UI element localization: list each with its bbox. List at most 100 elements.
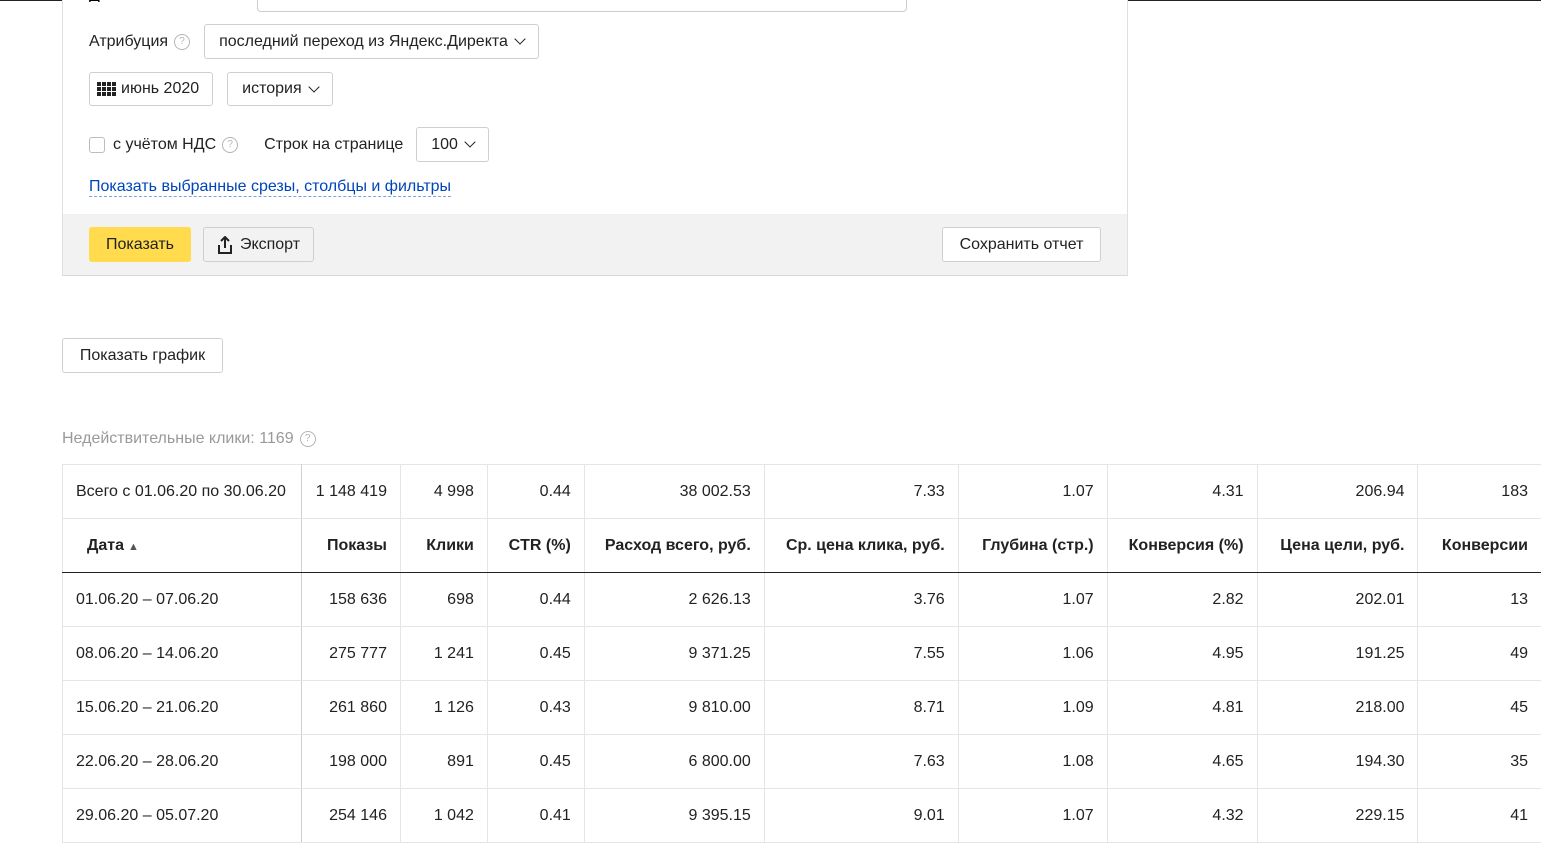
table-cell: 1 241	[400, 627, 487, 681]
total-cell: 206.94	[1257, 465, 1418, 519]
total-cell: 4.31	[1107, 465, 1257, 519]
attribution-row: Атрибуция ? последний переход из Яндекс.…	[89, 24, 539, 59]
table-cell: 1 042	[400, 789, 487, 843]
table-row: 01.06.20 – 07.06.20158 6366980.442 626.1…	[63, 573, 1541, 627]
attribution-label: Атрибуция	[89, 33, 168, 51]
rows-per-page-value: 100	[431, 136, 458, 154]
table-cell: 0.45	[487, 627, 584, 681]
table-cell: 1.09	[958, 681, 1107, 735]
table-cell: 698	[400, 573, 487, 627]
export-label: Экспорт	[240, 236, 300, 254]
help-icon[interactable]: ?	[300, 431, 316, 447]
period-label: июнь 2020	[121, 80, 199, 98]
period-button[interactable]: июнь 2020	[89, 72, 213, 106]
column-header[interactable]: Клики	[400, 519, 487, 573]
column-header[interactable]: CTR (%)	[487, 519, 584, 573]
vat-label: с учётом НДС	[113, 136, 216, 154]
table-cell: 35	[1418, 735, 1541, 789]
attribution-value: последний переход из Яндекс.Директа	[219, 33, 508, 51]
table-row: 08.06.20 – 14.06.20275 7771 2410.459 371…	[63, 627, 1541, 681]
column-header[interactable]: Глубина (стр.)	[958, 519, 1107, 573]
table-cell: 6 800.00	[584, 735, 764, 789]
table-cell: 275 777	[301, 627, 400, 681]
table-row: 22.06.20 – 28.06.20198 0008910.456 800.0…	[63, 735, 1541, 789]
table-cell: 4.32	[1107, 789, 1257, 843]
total-cell: 0.44	[487, 465, 584, 519]
total-cell: 1.07	[958, 465, 1107, 519]
help-icon[interactable]: ?	[174, 34, 190, 50]
table-cell: 4.65	[1107, 735, 1257, 789]
sort-ascending-icon: ▲	[128, 541, 139, 553]
table-cell: 9 371.25	[584, 627, 764, 681]
table-cell: 261 860	[301, 681, 400, 735]
export-icon	[217, 236, 233, 254]
cut-input-field[interactable]	[257, 0, 907, 12]
table-cell: 7.63	[764, 735, 958, 789]
column-header[interactable]: Конверсия (%)	[1107, 519, 1257, 573]
table-cell: 45	[1418, 681, 1541, 735]
column-header[interactable]: Показы	[301, 519, 400, 573]
table-cell: 1.07	[958, 573, 1107, 627]
table-cell: 9 395.15	[584, 789, 764, 843]
options-row: с учётом НДС ? Строк на странице 100	[89, 127, 489, 162]
table-cell: 0.45	[487, 735, 584, 789]
history-select[interactable]: история	[227, 72, 332, 106]
chevron-down-icon	[308, 81, 319, 92]
period-row: июнь 2020 история	[89, 72, 333, 106]
table-cell: 158 636	[301, 573, 400, 627]
table-cell: 218.00	[1257, 681, 1418, 735]
table-row: 29.06.20 – 05.07.20254 1461 0420.419 395…	[63, 789, 1541, 843]
table-cell: 0.41	[487, 789, 584, 843]
show-button[interactable]: Показать	[89, 227, 191, 262]
table-cell: 49	[1418, 627, 1541, 681]
table-cell: 1 126	[400, 681, 487, 735]
history-label: история	[242, 80, 301, 98]
table-cell: 198 000	[301, 735, 400, 789]
total-cell: 7.33	[764, 465, 958, 519]
rows-per-page-label: Строк на странице	[264, 136, 403, 154]
column-header[interactable]: Расход всего, руб.	[584, 519, 764, 573]
table-cell: 1.08	[958, 735, 1107, 789]
export-button[interactable]: Экспорт	[203, 227, 314, 262]
table-cell: 15.06.20 – 21.06.20	[63, 681, 302, 735]
panel-footer: Показать Экспорт Сохранить отчет	[63, 214, 1127, 275]
show-chart-button[interactable]: Показать график	[62, 338, 223, 373]
table-cell: 254 146	[301, 789, 400, 843]
table-cell: 202.01	[1257, 573, 1418, 627]
table-cell: 4.81	[1107, 681, 1257, 735]
table-cell: 22.06.20 – 28.06.20	[63, 735, 302, 789]
total-row: Всего с 01.06.20 по 30.06.20 1 148 419 4…	[63, 465, 1541, 519]
table-cell: 9.01	[764, 789, 958, 843]
table-cell: 891	[400, 735, 487, 789]
help-icon[interactable]: ?	[222, 137, 238, 153]
attribution-select[interactable]: последний переход из Яндекс.Директа	[204, 24, 539, 59]
table-cell: 2 626.13	[584, 573, 764, 627]
table-cell: 2.82	[1107, 573, 1257, 627]
chevron-down-icon	[514, 33, 525, 44]
show-selected-link[interactable]: Показать выбранные срезы, столбцы и филь…	[89, 178, 451, 197]
report-table: Всего с 01.06.20 по 30.06.20 1 148 419 4…	[62, 464, 1541, 843]
report-settings-panel: Д Атрибуция ? последний переход из Яндек…	[62, 0, 1128, 276]
table-cell: 8.71	[764, 681, 958, 735]
table-cell: 191.25	[1257, 627, 1418, 681]
save-report-button[interactable]: Сохранить отчет	[942, 227, 1101, 262]
table-cell: 3.76	[764, 573, 958, 627]
header-row: Дата▲ Показы Клики CTR (%) Расход всего,…	[63, 519, 1541, 573]
vat-checkbox[interactable]	[89, 137, 105, 153]
rows-per-page-select[interactable]: 100	[416, 127, 489, 162]
table-cell: 29.06.20 – 05.07.20	[63, 789, 302, 843]
table-cell: 9 810.00	[584, 681, 764, 735]
column-header[interactable]: Ср. цена клика, руб.	[764, 519, 958, 573]
chevron-down-icon	[464, 136, 475, 147]
table-cell: 4.95	[1107, 627, 1257, 681]
table-cell: 0.43	[487, 681, 584, 735]
invalid-clicks-text: Недействительные клики: 1169	[62, 430, 294, 448]
column-header[interactable]: Конверсии	[1418, 519, 1541, 573]
show-selected-row: Показать выбранные срезы, столбцы и филь…	[89, 178, 451, 197]
column-header-date[interactable]: Дата▲	[63, 519, 302, 573]
invalid-clicks-row: Недействительные клики: 1169 ?	[62, 430, 316, 448]
table-row: 15.06.20 – 21.06.20261 8601 1260.439 810…	[63, 681, 1541, 735]
table-cell: 41	[1418, 789, 1541, 843]
column-header[interactable]: Цена цели, руб.	[1257, 519, 1418, 573]
table-cell: 08.06.20 – 14.06.20	[63, 627, 302, 681]
